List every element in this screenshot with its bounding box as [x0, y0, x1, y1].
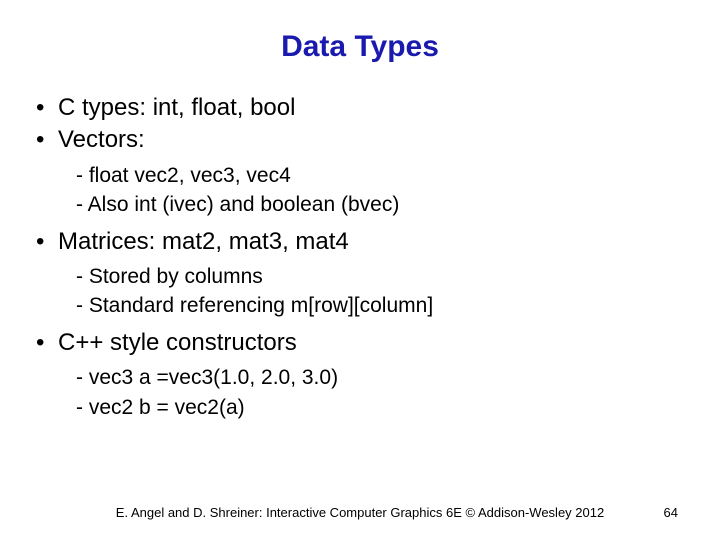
slide-title: Data Types [36, 30, 684, 64]
sub-item: - Standard referencing m[row][column] [47, 291, 684, 320]
sub-item: - Stored by columns [47, 262, 684, 291]
footer-citation: E. Angel and D. Shreiner: Interactive Co… [0, 505, 720, 520]
sub-item: - float vec2, vec3, vec4 [47, 161, 684, 190]
sublist-constructors: - vec3 a =vec3(1.0, 2.0, 3.0) - vec2 b =… [36, 363, 684, 422]
bullet-matrices: Matrices: mat2, mat3, mat4 [36, 226, 684, 258]
sublist-matrices: - Stored by columns - Standard referenci… [36, 262, 684, 321]
sublist-vectors: - float vec2, vec3, vec4 - Also int (ive… [36, 161, 684, 220]
sub-item: - vec3 a =vec3(1.0, 2.0, 3.0) [47, 363, 684, 392]
bullet-constructors: C++ style constructors [36, 327, 684, 359]
bullet-c-types: C types: int, float, bool [36, 92, 684, 124]
sub-item: - vec2 b = vec2(a) [47, 393, 684, 422]
slide-footer: E. Angel and D. Shreiner: Interactive Co… [0, 505, 720, 520]
bullet-vectors: Vectors: [36, 124, 684, 156]
sub-item: - Also int (ivec) and boolean (bvec) [47, 190, 684, 219]
bullet-list: C types: int, float, bool Vectors: - flo… [36, 92, 684, 422]
page-number: 64 [664, 505, 678, 520]
